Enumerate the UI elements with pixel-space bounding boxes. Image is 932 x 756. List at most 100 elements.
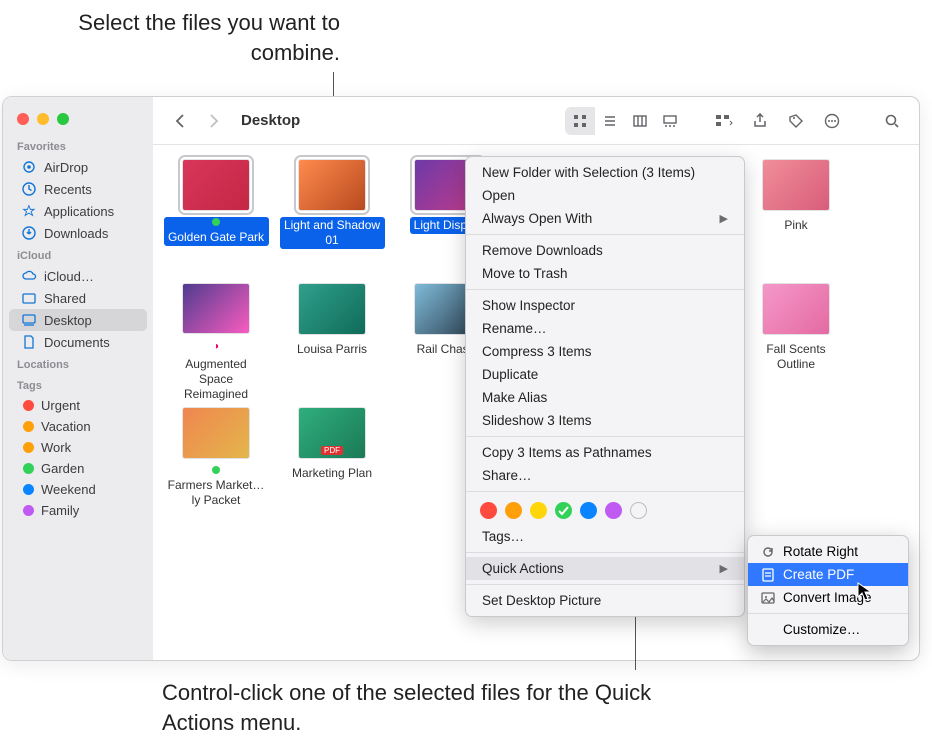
sidebar-label: Weekend [41,482,96,497]
annotation-bottom-text: Control-click one of the selected files … [162,680,651,735]
airdrop-icon [21,159,37,175]
sidebar-item-airdrop[interactable]: AirDrop [9,156,147,178]
group-by-button[interactable] [709,107,739,135]
sidebar-head-tags: Tags [3,374,153,395]
context-menu: New Folder with Selection (3 Items)OpenA… [465,156,745,617]
file-thumbnail [762,159,830,211]
file-thumbnail [298,283,366,335]
sidebar-label: AirDrop [44,160,88,175]
file-item[interactable]: Farmers Market…ly Packet [161,407,271,527]
file-thumbnail [762,283,830,335]
sidebar-item-iclouddrive[interactable]: iCloud… [9,265,147,287]
sidebar-label: Family [41,503,79,518]
icon-view-button[interactable] [565,107,595,135]
submenu-item[interactable]: Customize… [748,618,908,641]
gallery-view-button[interactable] [655,107,685,135]
back-button[interactable] [165,107,195,135]
submenu-item[interactable]: Convert Image [748,586,908,609]
zoom-window[interactable] [57,113,69,125]
apps-icon [21,203,37,219]
sidebar-label: iCloud… [44,269,94,284]
sidebar-tag-work[interactable]: Work [9,437,147,458]
sidebar-tag-vacation[interactable]: Vacation [9,416,147,437]
sidebar-tag-urgent[interactable]: Urgent [9,395,147,416]
sidebar-item-documents[interactable]: Documents [9,331,147,353]
file-thumbnail [298,159,366,211]
sidebar-label: Downloads [44,226,108,241]
sidebar-label: Vacation [41,419,91,434]
menu-item[interactable]: New Folder with Selection (3 Items) [466,161,744,184]
sidebar-tag-family[interactable]: Family [9,500,147,521]
sidebar-label: Garden [41,461,84,476]
sidebar-label: Shared [44,291,86,306]
menu-item[interactable]: Set Desktop Picture [466,589,744,612]
minimize-window[interactable] [37,113,49,125]
sidebar: Favorites AirDrop Recents Applications D… [3,97,153,660]
file-label: Light and Shadow 01 [280,217,385,249]
menu-item[interactable]: Compress 3 Items [466,340,744,363]
menu-item[interactable]: Quick Actions▶ [466,557,744,580]
sidebar-label: Work [41,440,71,455]
menu-item[interactable]: Rename… [466,317,744,340]
sidebar-head-icloud: iCloud [3,244,153,265]
file-item[interactable]: PDFMarketing Plan [277,407,387,527]
tags-picker[interactable] [466,496,744,525]
submenu-item[interactable]: Create PDF [748,563,908,586]
sidebar-label: Recents [44,182,92,197]
view-switcher [565,107,685,135]
file-item[interactable]: Pink [741,159,851,279]
sidebar-item-downloads[interactable]: Downloads [9,222,147,244]
menu-item[interactable]: Move to Trash [466,262,744,285]
menu-item[interactable]: Copy 3 Items as Pathnames [466,441,744,464]
share-button[interactable] [745,107,775,135]
menu-item[interactable]: Show Inspector [466,294,744,317]
file-thumbnail [182,159,250,211]
file-item[interactable]: ◑Augmented Space Reimagined [161,283,271,403]
file-item[interactable]: Louisa Parris [277,283,387,403]
file-thumbnail [182,283,250,334]
desktop-icon [21,312,37,328]
sidebar-label: Documents [44,335,110,350]
menu-item[interactable]: Open [466,184,744,207]
file-item[interactable]: Golden Gate Park [161,159,271,279]
menu-item[interactable]: Slideshow 3 Items [466,409,744,432]
annotation-top-text: Select the files you want to combine. [78,10,340,65]
sidebar-item-desktop[interactable]: Desktop [9,309,147,331]
file-item[interactable]: Fall Scents Outline [741,283,851,403]
sidebar-label: Desktop [44,313,92,328]
file-label: Pink [780,217,811,234]
downloads-icon [21,225,37,241]
list-view-button[interactable] [595,107,625,135]
image-icon [760,590,775,605]
sidebar-item-shared[interactable]: Shared [9,287,147,309]
annotation-top: Select the files you want to combine. [60,8,340,67]
close-window[interactable] [17,113,29,125]
sidebar-head-favorites: Favorites [3,135,153,156]
more-button[interactable] [817,107,847,135]
menu-item[interactable]: Remove Downloads [466,239,744,262]
sidebar-item-applications[interactable]: Applications [9,200,147,222]
clock-icon [21,181,37,197]
cloud-icon [21,268,37,284]
submenu-item[interactable]: Rotate Right [748,540,908,563]
menu-item[interactable]: Tags… [466,525,744,548]
annotation-bottom: Control-click one of the selected files … [162,678,702,737]
menu-item[interactable]: Share… [466,464,744,487]
toolbar: Desktop [153,97,919,145]
menu-item[interactable]: Always Open With▶ [466,207,744,230]
column-view-button[interactable] [625,107,655,135]
file-thumbnail: PDF [298,407,366,459]
menu-item[interactable]: Duplicate [466,363,744,386]
file-label: Fall Scents Outline [744,341,849,373]
sidebar-tag-weekend[interactable]: Weekend [9,479,147,500]
forward-button[interactable] [199,107,229,135]
sidebar-tag-garden[interactable]: Garden [9,458,147,479]
search-button[interactable] [877,107,907,135]
documents-icon [21,334,37,350]
sidebar-head-locations: Locations [3,353,153,374]
sidebar-item-recents[interactable]: Recents [9,178,147,200]
menu-item[interactable]: Make Alias [466,386,744,409]
edit-tags-button[interactable] [781,107,811,135]
file-thumbnail [182,407,250,459]
file-item[interactable]: Light and Shadow 01 [277,159,387,279]
